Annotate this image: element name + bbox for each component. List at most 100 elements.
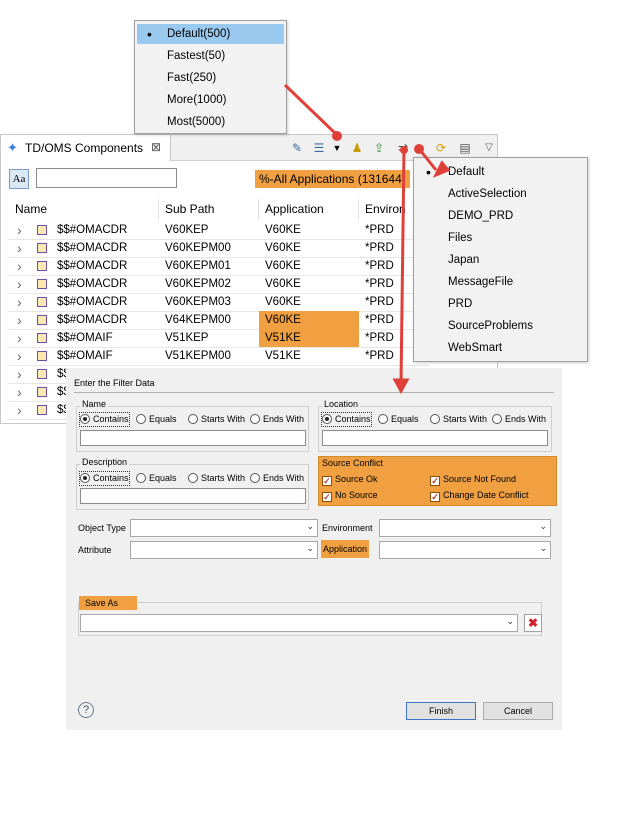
checkbox-source-ok[interactable]: ✓ Source Ok [322, 473, 378, 486]
component-icon [37, 279, 47, 289]
column-header-name[interactable]: Name [9, 199, 159, 219]
menu-item-label: ActiveSelection [448, 188, 527, 200]
table-cell-app: V60KE [259, 311, 359, 329]
table-row[interactable]: › $$#OMACDR V60KEPM01 V60KE *PRD [9, 257, 429, 275]
export-icon[interactable]: ⇪ [371, 140, 387, 156]
list-icon[interactable]: ☰ [311, 140, 327, 156]
menu-item-filter[interactable]: MessageFile [416, 272, 585, 292]
menu-item-filter[interactable]: Files [416, 228, 585, 248]
menu-item-filter[interactable]: ActiveSelection [416, 184, 585, 204]
table-cell-subpath: V51KEP [165, 332, 209, 344]
help-icon[interactable]: ? [78, 702, 94, 718]
attribute-select[interactable]: ⌄ [130, 541, 318, 559]
edit-pencil-icon[interactable]: ✎ [289, 140, 305, 156]
expand-chevron-icon[interactable]: › [17, 293, 22, 311]
radio-ends-with[interactable]: Ends With [492, 413, 546, 426]
radio-equals[interactable]: Equals [136, 472, 177, 485]
menu-item-filter[interactable]: SourceProblems [416, 316, 585, 336]
checkbox-source-not-found[interactable]: ✓ Source Not Found [430, 473, 516, 486]
menu-item-filter[interactable]: DEMO_PRD [416, 206, 585, 226]
save-as-select[interactable]: ⌄ [80, 614, 518, 632]
chevron-down-icon[interactable]: ▼ [329, 140, 345, 156]
name-group-title: Name [80, 399, 109, 409]
filter-icon[interactable]: ⇉ [395, 140, 411, 156]
chevron-down-icon[interactable]: ▼ [413, 140, 429, 156]
menu-item-speed[interactable]: Most(5000) [137, 112, 284, 132]
table-row[interactable]: › $$#OMACDR V60KEPM02 V60KE *PRD [9, 275, 429, 293]
radio-equals[interactable]: Equals [378, 413, 419, 426]
annotation-arrow-speed [283, 83, 338, 136]
menu-item-label: More(1000) [167, 94, 227, 106]
table-row[interactable]: › $$#OMACDR V60KEPM03 V60KE *PRD [9, 293, 429, 311]
radio-ends-with[interactable]: Ends With [250, 413, 304, 426]
expand-chevron-icon[interactable]: › [17, 347, 22, 365]
menu-item-filter[interactable]: WebSmart [416, 338, 585, 358]
name-field[interactable] [80, 430, 306, 446]
radio-equals[interactable]: Equals [136, 413, 177, 426]
table-row[interactable]: › $$#OMACDR V60KEP V60KE *PRD [9, 221, 429, 239]
close-icon[interactable]: ⊠ [151, 140, 161, 154]
table-row[interactable]: › $$#OMAIF V51KEP V51KE *PRD [9, 329, 429, 347]
source-conflict-title: Source Conflict [322, 458, 384, 468]
radio-contains[interactable]: Contains [79, 412, 130, 427]
expand-chevron-icon[interactable]: › [17, 311, 22, 329]
menu-item-label: Files [448, 232, 473, 244]
menu-item-speed[interactable]: More(1000) [137, 90, 284, 110]
menu-item-filter[interactable]: • Default [416, 162, 585, 182]
case-sensitive-toggle[interactable]: Aa [9, 169, 29, 189]
document-icon[interactable]: ▤ [457, 140, 473, 156]
view-menu-icon[interactable]: ▽ [481, 140, 497, 156]
menu-item-speed[interactable]: Fastest(50) [137, 46, 284, 66]
application-select[interactable]: ⌄ [379, 541, 551, 559]
tab-td-oms-components[interactable]: ✦ TD/OMS Components ⊠ [1, 135, 171, 161]
expand-chevron-icon[interactable]: › [17, 383, 22, 401]
finish-button[interactable]: Finish [406, 702, 476, 720]
component-icon [37, 261, 47, 271]
column-header-sub-path[interactable]: Sub Path [159, 199, 259, 219]
table-row[interactable]: › $$#OMAIF V51KEPM00 V51KE *PRD [9, 347, 429, 365]
table-cell-subpath: V51KEPM00 [165, 350, 231, 362]
radio-circle-icon [378, 414, 388, 424]
radio-circle-icon [136, 414, 146, 424]
expand-chevron-icon[interactable]: › [17, 329, 22, 347]
radio-starts-with[interactable]: Starts With [188, 472, 245, 485]
expand-chevron-icon[interactable]: › [17, 221, 22, 239]
radio-ends-with[interactable]: Ends With [250, 472, 304, 485]
radio-contains[interactable]: Contains [79, 471, 130, 486]
location-field[interactable] [322, 430, 548, 446]
table-cell-subpath: V64KEPM00 [165, 314, 231, 326]
table-cell-app: V60KE [265, 296, 301, 308]
cancel-button[interactable]: Cancel [483, 702, 553, 720]
column-header-application[interactable]: Application [259, 199, 359, 219]
radio-contains[interactable]: Contains [321, 412, 372, 427]
expand-chevron-icon[interactable]: › [17, 365, 22, 383]
environment-label: Environment [322, 523, 373, 533]
expand-chevron-icon[interactable]: › [17, 239, 22, 257]
table-cell-name: $$#OMACDR [57, 296, 128, 308]
sync-icon[interactable]: ⟳ [433, 140, 449, 156]
radio-starts-with[interactable]: Starts With [188, 413, 245, 426]
checkbox-change-date-conflict[interactable]: ✓ Change Date Conflict [430, 489, 529, 502]
attribute-label: Attribute [78, 545, 112, 555]
chevron-down-icon: ⌄ [306, 543, 314, 553]
menu-item-filter[interactable]: PRD [416, 294, 585, 314]
check-icon: ✓ [430, 492, 440, 502]
search-input[interactable] [36, 168, 177, 188]
delete-filter-button[interactable]: ✖ [524, 614, 542, 632]
menu-item-filter[interactable]: Japan [416, 250, 585, 270]
application-filter-badge[interactable]: %-All Applications (131644) [255, 170, 410, 188]
menu-item-speed[interactable]: Fast(250) [137, 68, 284, 88]
user-lock-icon[interactable]: ♟ [349, 140, 365, 156]
checkbox-no-source[interactable]: ✓ No Source [322, 489, 378, 502]
expand-chevron-icon[interactable]: › [17, 275, 22, 293]
radio-starts-with[interactable]: Starts With [430, 413, 487, 426]
environment-select[interactable]: ⌄ [379, 519, 551, 537]
table-row[interactable]: › $$#OMACDR V60KEPM00 V60KE *PRD [9, 239, 429, 257]
expand-chevron-icon[interactable]: › [17, 257, 22, 275]
object-type-select[interactable]: ⌄ [130, 519, 318, 537]
table-row[interactable]: › $$#OMACDR V64KEPM00 V60KE *PRD [9, 311, 429, 329]
expand-chevron-icon[interactable]: › [17, 401, 22, 419]
description-field[interactable] [80, 488, 306, 504]
table-cell-name: $$#OMACDR [57, 224, 128, 236]
menu-item-speed[interactable]: • Default(500) [137, 24, 284, 44]
